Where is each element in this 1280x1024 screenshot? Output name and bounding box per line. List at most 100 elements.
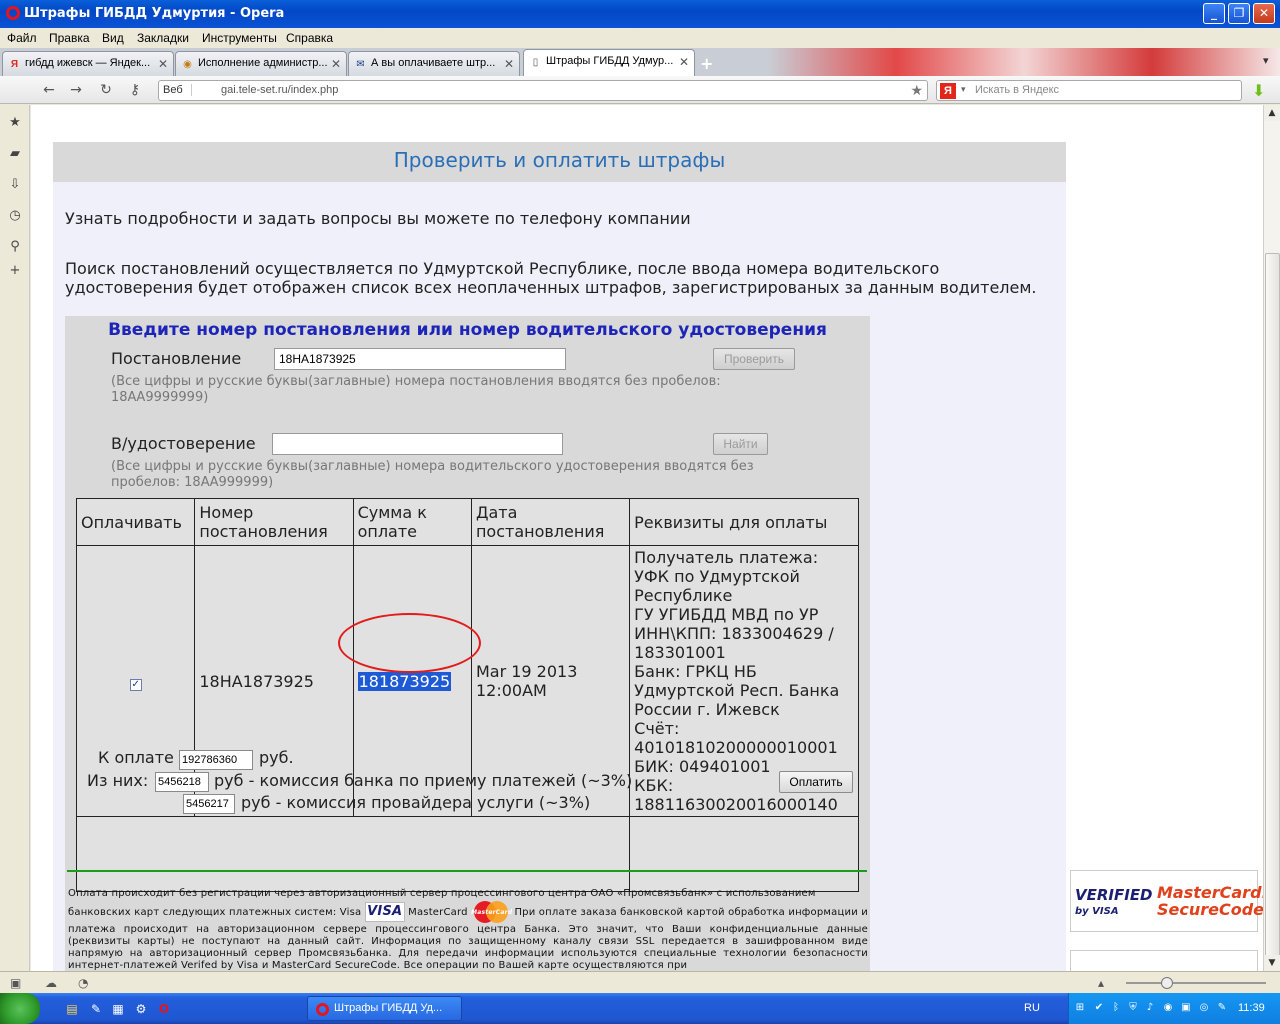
details-line: Счёт: 40101810200000010001 [634,719,838,757]
details-line: Получатель платежа: УФК по Удмуртской Ре… [634,548,819,605]
search-engine-chevron-icon[interactable]: ▾ [961,84,966,95]
menu-bookmarks[interactable]: Закладки [137,31,189,45]
search-field[interactable]: Я ▾ Искать в Яндекс [936,80,1242,101]
zoom-slider[interactable] [1126,982,1266,984]
total-input[interactable] [179,750,253,770]
unite-icon[interactable]: ☁ [45,976,57,990]
tab-admin[interactable]: ◉ Исполнение администр... ✕ [175,51,347,76]
mail-icon: ✉ [356,59,365,70]
scroll-thumb[interactable] [1265,253,1280,973]
language-indicator[interactable]: RU [1024,1002,1040,1014]
folder-icon[interactable]: ▤ [64,1001,80,1017]
table-header-row: Оплачивать Номер постановления Сумма к о… [75,498,859,546]
column-header: Реквизиты для оплаты [629,498,859,546]
clock: 11:39 [1238,1002,1265,1014]
network-icon[interactable]: ⊞ [1074,1002,1086,1014]
security-badges: VERIFIED by VISA MasterCard. SecureCode. [1070,870,1263,932]
antivirus-icon[interactable]: ⛨ [1127,1002,1139,1014]
zoom-menu-icon[interactable]: ▴ [1098,976,1104,990]
scroll-down-icon[interactable]: ▼ [1264,955,1280,971]
page-title: Проверить и оплатить штрафы [393,148,726,172]
page-icon: ▯ [532,57,539,68]
menu-edit[interactable]: Правка [49,31,90,45]
red-annotation-oval [338,613,481,673]
tab-bar: Я гибдд ижевск — Яндек... ✕ ◉ Исполнение… [0,48,1280,76]
volume-icon[interactable]: ♪ [1144,1002,1156,1014]
bank-fee-input[interactable] [155,772,209,792]
url-text[interactable]: gai.tele-set.ru/index.php [221,84,338,96]
page-content: Проверить и оплатить штрафы Узнать подро… [31,105,1263,971]
decree-input[interactable] [274,348,566,370]
app-icon[interactable]: ⚙ [133,1001,149,1017]
add-panel-icon[interactable]: + [7,263,23,279]
address-bar[interactable]: Веб gai.tele-set.ru/index.php ★ [158,80,928,101]
tray-app2-icon[interactable]: ▣ [1180,1002,1192,1014]
totals-cell [75,816,631,892]
key-icon[interactable]: ⚷ [126,81,144,99]
bluetooth-icon[interactable]: ᛒ [1110,1002,1122,1014]
desktop-icon[interactable]: ▦ [110,1001,126,1017]
close-window-button[interactable]: ✕ [1253,3,1275,24]
tray-app-icon[interactable]: ◉ [1162,1002,1174,1014]
opera-quicklaunch-icon[interactable]: O [156,1001,172,1017]
panel-toggle-icon[interactable]: ▣ [10,976,21,990]
pay-button-cell [629,816,859,892]
tray-app4-icon[interactable]: ✎ [1216,1002,1228,1014]
of-them-label: Из них: [87,771,149,790]
new-tab-button[interactable]: + [700,54,716,73]
bookmarks-icon[interactable]: ★ [7,115,23,131]
footer-line: MasterCard [408,907,468,918]
minimize-button[interactable]: _ [1203,3,1225,24]
downloads-panel-icon[interactable]: ⇩ [7,177,23,193]
bookmark-star-icon[interactable]: ★ [910,82,923,99]
tab-yandex[interactable]: Я гибдд ижевск — Яндек... ✕ [2,51,174,76]
zoom-slider-knob[interactable] [1161,977,1173,989]
reload-icon[interactable]: ↻ [97,81,115,99]
download-icon[interactable]: ⬇ [1252,81,1265,100]
status-bar: ▣ ☁ ◔ ▴ [0,971,1280,993]
scroll-up-icon[interactable]: ▲ [1264,105,1280,121]
menu-tools[interactable]: Инструменты [202,31,277,45]
yandex-icon: Я [10,59,19,70]
find-button[interactable]: Найти [713,433,768,455]
footer-line: Оплата происходит без регистрации через … [68,888,816,899]
speed-dial-icon[interactable]: ◔ [78,976,88,990]
page-header: Проверить и оплатить штрафы [53,142,1066,182]
back-icon[interactable]: ← [40,81,58,99]
history-icon[interactable]: ◷ [7,208,23,224]
license-hint: (Все цифры и русские буквы(заглавные) но… [111,459,754,490]
side-panel: ★ ▰ ⇩ ◷ ⚲ + [0,105,30,971]
license-input[interactable] [272,433,563,455]
close-tab-icon[interactable]: ✕ [504,57,514,71]
close-tab-icon[interactable]: ✕ [679,55,689,69]
tab-mail[interactable]: ✉ А вы оплачиваете штр... ✕ [348,51,520,76]
tab-list-chevron-icon[interactable]: ▾ [1263,54,1269,67]
tab-label: А вы оплачиваете штр... [371,57,496,69]
forward-icon[interactable]: → [67,81,85,99]
security-icon[interactable]: ✔ [1093,1002,1105,1014]
menu-help[interactable]: Справка [286,31,333,45]
payment-info-text: Оплата происходит без регистрации через … [68,888,868,971]
pay-checkbox[interactable]: ✓ [129,678,142,691]
decree-label: Постановление [111,349,242,368]
quicklaunch-icon[interactable]: ✎ [88,1001,104,1017]
menu-bar: Файл Правка Вид Закладки Инструменты Спр… [0,28,1280,48]
check-button[interactable]: Проверить [713,348,795,370]
window-title-bar: Штрафы ГИБДД Удмуртия - Opera _ ❐ ✕ [0,0,1280,28]
menu-view[interactable]: Вид [102,31,124,45]
menu-file[interactable]: Файл [7,31,37,45]
tray-app3-icon[interactable]: ◎ [1198,1002,1210,1014]
vertical-scrollbar[interactable]: ▲ ▼ [1263,105,1280,973]
fines-table: Оплачивать Номер постановления Сумма к о… [75,498,859,892]
search-icon[interactable]: ⚲ [7,239,23,255]
provider-fee-input[interactable] [183,794,235,814]
pay-button[interactable]: Оплатить [779,771,853,793]
maximize-button[interactable]: ❐ [1228,3,1250,24]
tab-fines-active[interactable]: ▯ Штрафы ГИБДД Удмур... ✕ [523,49,695,76]
notes-icon[interactable]: ▰ [7,146,23,162]
start-button[interactable] [0,993,40,1024]
taskbar-opera-window[interactable]: Штрафы ГИБДД Уд... [307,996,462,1021]
close-tab-icon[interactable]: ✕ [158,57,168,71]
close-tab-icon[interactable]: ✕ [331,57,341,71]
search-info-text: Поиск постановлений осуществляется по Уд… [65,259,1037,297]
